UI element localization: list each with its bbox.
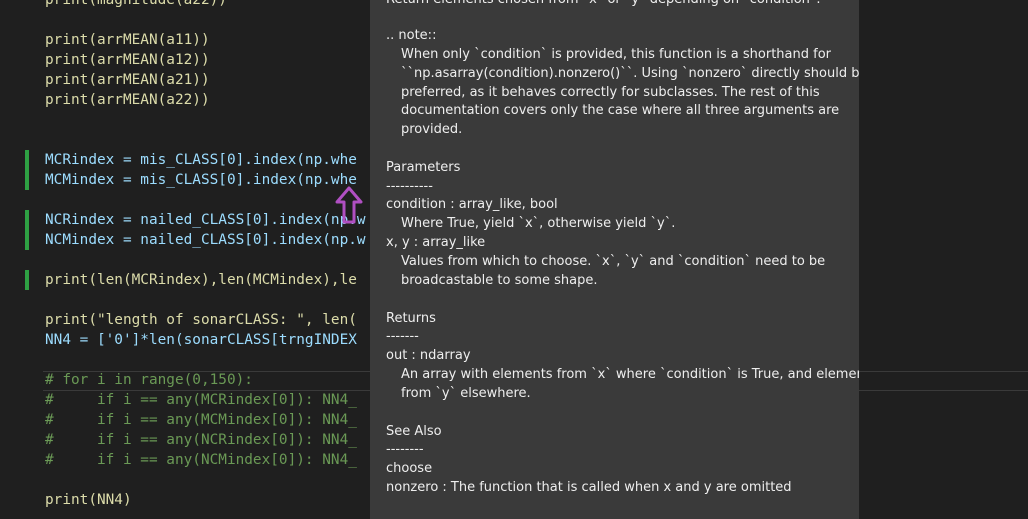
code-line[interactable]: # if i == any(MCRindex[0]): NN4_	[45, 390, 357, 410]
gutter-modified-mark	[25, 150, 29, 190]
code-line[interactable]: # if i == any(NCMindex[0]): NN4_	[45, 450, 357, 470]
gutter-modified-mark	[25, 210, 29, 250]
doc-section-heading: Parameters	[386, 160, 461, 175]
doc-summary: Return elements chosen from `x` or `y` d…	[386, 0, 821, 9]
code-line[interactable]: MCMindex = mis_CLASS[0].index(np.whe	[45, 170, 357, 190]
code-line[interactable]: MCRindex = mis_CLASS[0].index(np.whe	[45, 150, 357, 170]
doc-param-signature: x, y : array_like	[386, 235, 486, 250]
doc-text: When only `condition` is provided, this …	[401, 47, 832, 62]
doc-note-heading: .. note::	[386, 28, 437, 43]
doc-param-signature: out : ndarray	[386, 348, 471, 363]
doc-section-heading: See Also	[386, 424, 442, 439]
doc-see-also-item: choose	[386, 461, 433, 476]
doc-section-rule: --------	[386, 442, 424, 457]
doc-text: Values from which to choose. `x`, `y` an…	[401, 254, 826, 269]
doc-text: Where True, yield `x`, otherwise yield `…	[401, 216, 676, 231]
code-line[interactable]: print(NN4)	[45, 490, 132, 510]
doc-param-signature: condition : array_like, bool	[386, 197, 558, 212]
mouse-cursor-icon	[335, 186, 363, 224]
code-line[interactable]: print(arrMEAN(a11))	[45, 30, 210, 50]
gutter-modified-mark	[25, 270, 29, 290]
doc-section-heading: Returns	[386, 311, 436, 326]
code-line[interactable]: print(arrMEAN(a21))	[45, 70, 210, 90]
doc-text: broadcastable to some shape.	[401, 273, 598, 288]
doc-text: preferred, as it behaves correctly for s…	[401, 85, 820, 100]
doc-section-rule: -------	[386, 329, 419, 344]
code-line[interactable]: print(arrMEAN(a12))	[45, 50, 210, 70]
doc-text: provided.	[401, 122, 463, 137]
doc-text: ``np.asarray(condition).nonzero()``. Usi…	[401, 66, 859, 81]
doc-see-also-item: nonzero : The function that is called wh…	[386, 480, 792, 495]
code-line[interactable]: NN4 = ['0']*len(sonarCLASS[trngINDEX	[45, 330, 357, 350]
code-line[interactable]: # if i == any(MCMindex[0]): NN4_	[45, 410, 357, 430]
code-line[interactable]: print(magnitude(a22))	[45, 0, 227, 10]
doc-text: An array with elements from `x` where `c…	[401, 367, 859, 382]
doc-text: from `y` elsewhere.	[401, 386, 531, 401]
code-line[interactable]: # if i == any(NCRindex[0]): NN4_	[45, 430, 357, 450]
code-line[interactable]: print("length of sonarCLASS: ", len(	[45, 310, 357, 330]
hover-documentation-panel[interactable]: Return elements chosen from `x` or `y` d…	[370, 0, 859, 519]
doc-text: documentation covers only the case where…	[401, 103, 840, 118]
code-line[interactable]: # for i in range(0,150):	[45, 370, 253, 390]
code-line[interactable]: NCRindex = nailed_CLASS[0].index(np.w	[45, 210, 366, 230]
code-line[interactable]: NCMindex = nailed_CLASS[0].index(np.w	[45, 230, 366, 250]
code-line[interactable]: print(arrMEAN(a22))	[45, 90, 210, 110]
code-line[interactable]: print(len(MCRindex),len(MCMindex),le	[45, 270, 357, 290]
doc-section-rule: ----------	[386, 179, 433, 194]
